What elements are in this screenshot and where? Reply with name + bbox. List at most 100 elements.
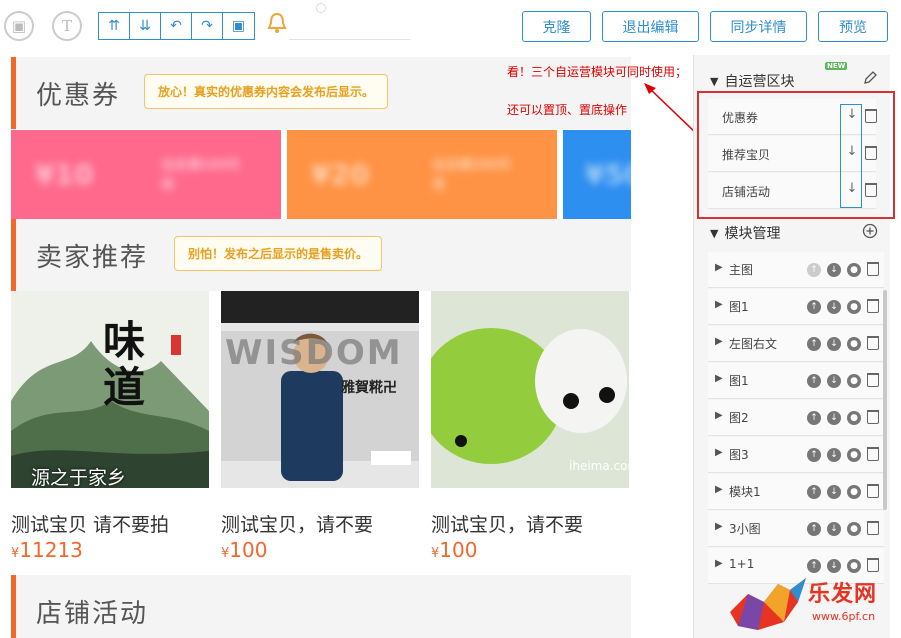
eye-icon[interactable]: ●: [847, 448, 861, 462]
redo-icon[interactable]: ↷: [192, 13, 223, 39]
module-row[interactable]: ▶ 模块1 ↑ ↓ ●: [708, 474, 884, 510]
trash-icon[interactable]: [867, 447, 879, 461]
sync-detail-button[interactable]: 同步详情: [710, 11, 807, 42]
expand-triangle-icon[interactable]: ▶: [715, 262, 723, 273]
collapse-triangle-icon: ▼: [710, 74, 719, 88]
move-down-icon[interactable]: ↓: [827, 448, 841, 462]
move-down-icon[interactable]: ↓: [827, 485, 841, 499]
move-up-icon[interactable]: ↑: [807, 522, 821, 536]
text-icon[interactable]: T: [52, 11, 82, 41]
coupon-card-3[interactable]: ¥50: [563, 130, 631, 219]
trash-icon[interactable]: [867, 410, 879, 424]
eye-icon[interactable]: ●: [847, 263, 861, 277]
expand-triangle-icon[interactable]: ▶: [715, 410, 723, 421]
trash-icon[interactable]: [867, 262, 879, 276]
bell-icon[interactable]: [266, 12, 288, 39]
trash-icon[interactable]: [867, 336, 879, 350]
activity-section-header[interactable]: 店铺活动: [11, 575, 631, 638]
module-label: 主图: [729, 263, 754, 277]
product-image-3[interactable]: iheima.com: [431, 291, 629, 488]
preview-button[interactable]: 预览: [818, 11, 888, 42]
eye-icon[interactable]: ●: [847, 485, 861, 499]
undo-icon[interactable]: ↶: [161, 13, 192, 39]
product-image-2[interactable]: WISDOM 雅賀糀卍: [221, 291, 419, 488]
product-title-2[interactable]: 测试宝贝，请不要: [221, 510, 373, 537]
product-image-caption: WISDOM: [225, 333, 403, 373]
watermark-logo: [730, 578, 806, 630]
move-up-icon[interactable]: ↑: [807, 337, 821, 351]
eye-icon[interactable]: ●: [847, 522, 861, 536]
editor-root: { "toolbar": { "image_icon_glyph": "▣", …: [0, 0, 901, 638]
canvas-scroll-knob[interactable]: [316, 3, 326, 13]
module-row[interactable]: ▶ 左图右文 ↑ ↓ ●: [708, 326, 884, 362]
coupon-card-1[interactable]: ¥10 全店满100可用: [11, 130, 281, 219]
move-down-icon[interactable]: ↓: [827, 300, 841, 314]
move-up-icon[interactable]: ↑: [807, 448, 821, 462]
module-label: 1+1: [729, 557, 755, 571]
expand-triangle-icon[interactable]: ▶: [715, 299, 723, 310]
module-row[interactable]: ▶ 图2 ↑ ↓ ●: [708, 400, 884, 436]
move-up-icon[interactable]: ↑: [807, 559, 821, 573]
eye-icon[interactable]: ●: [847, 300, 861, 314]
trash-icon[interactable]: [867, 299, 879, 313]
expand-triangle-icon[interactable]: ▶: [715, 447, 723, 458]
module-mgmt-header[interactable]: ▼ 模块管理: [710, 223, 780, 243]
preview-canvas: 优惠券 放心！真实的优惠券内容会发布后显示。 ¥10 全店满100可用 ¥20 …: [11, 55, 631, 638]
move-up-icon[interactable]: ↑: [807, 263, 821, 277]
module-row[interactable]: ▶ 主图 ↑ ↓ ●: [708, 252, 884, 288]
product-image-subtext: 雅賀糀卍: [341, 380, 397, 396]
move-down-icon[interactable]: ↓: [827, 337, 841, 351]
edit-pencil-icon[interactable]: [862, 70, 878, 86]
module-row[interactable]: ▶ 图1 ↑ ↓ ●: [708, 289, 884, 325]
save-icon[interactable]: ▣: [223, 13, 254, 39]
move-bottom-icon[interactable]: ⇊: [130, 13, 161, 39]
move-down-icon[interactable]: ↓: [827, 411, 841, 425]
clone-button[interactable]: 克隆: [522, 11, 591, 42]
product-image-1[interactable]: 味道 源之于家乡: [11, 291, 209, 488]
exit-edit-button[interactable]: 退出编辑: [602, 11, 699, 42]
move-up-icon[interactable]: ↑: [807, 300, 821, 314]
module-row[interactable]: ▶ 3小图 ↑ ↓ ●: [708, 511, 884, 547]
coupon-card-2[interactable]: ¥20 全店满200可用: [287, 130, 557, 219]
module-row[interactable]: ▶ 图3 ↑ ↓ ●: [708, 437, 884, 473]
move-down-icon[interactable]: ↓: [827, 263, 841, 277]
coupon-section-title: 优惠券: [36, 81, 121, 111]
image-icon[interactable]: ▣: [4, 11, 34, 41]
trash-icon[interactable]: [867, 484, 879, 498]
eye-icon[interactable]: ●: [847, 411, 861, 425]
expand-triangle-icon[interactable]: ▶: [715, 484, 723, 495]
module-label: 图3: [729, 448, 749, 462]
price-value: 100: [229, 538, 268, 562]
expand-triangle-icon[interactable]: ▶: [715, 521, 723, 532]
move-top-icon[interactable]: ⇈: [99, 13, 130, 39]
move-up-icon[interactable]: ↑: [807, 485, 821, 499]
collapse-triangle-icon: ▼: [710, 226, 719, 240]
seller-section-tip: 别怕！发布之后显示的是售卖价。: [174, 236, 383, 271]
self-block-header[interactable]: ▼ 自运营区块: [710, 71, 794, 91]
expand-triangle-icon[interactable]: ▶: [715, 336, 723, 347]
add-module-icon[interactable]: [862, 223, 878, 239]
product-price-1: ¥11213: [11, 538, 83, 562]
expand-triangle-icon[interactable]: ▶: [715, 558, 723, 569]
module-label: 图1: [729, 300, 749, 314]
move-down-icon[interactable]: ↓: [827, 374, 841, 388]
move-up-icon[interactable]: ↑: [807, 374, 821, 388]
module-label: 图2: [729, 411, 749, 425]
move-down-icon[interactable]: ↓: [827, 522, 841, 536]
trash-icon[interactable]: [867, 558, 879, 572]
product-title-3[interactable]: 测试宝贝，请不要: [431, 510, 583, 537]
module-row[interactable]: ▶ 图1 ↑ ↓ ●: [708, 363, 884, 399]
eye-icon[interactable]: ●: [847, 374, 861, 388]
annotation-note-2: 还可以置顶、置底操作: [507, 103, 628, 117]
seller-section-header[interactable]: 卖家推荐 别怕！发布之后显示的是售卖价。: [11, 219, 631, 291]
product-title-1[interactable]: 测试宝贝 请不要拍: [11, 510, 169, 537]
module-list-scrollbar[interactable]: [883, 290, 887, 510]
annotation-note-1: 看！三个自运营模块可同时使用；: [507, 65, 688, 79]
move-down-icon[interactable]: ↓: [827, 559, 841, 573]
trash-icon[interactable]: [867, 373, 879, 387]
trash-icon[interactable]: [867, 521, 879, 535]
eye-icon[interactable]: ●: [847, 337, 861, 351]
eye-icon[interactable]: ●: [847, 559, 861, 573]
expand-triangle-icon[interactable]: ▶: [715, 373, 723, 384]
move-up-icon[interactable]: ↑: [807, 411, 821, 425]
